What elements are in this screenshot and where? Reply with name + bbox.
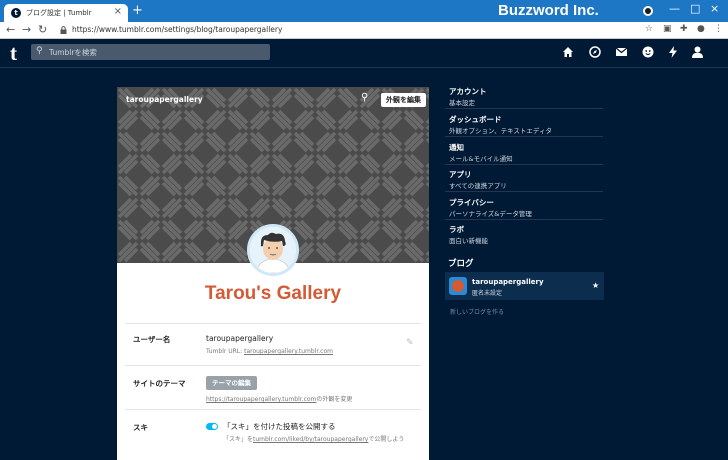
- puzzle-icon[interactable]: ✚: [680, 24, 688, 34]
- blog-avatar: [449, 277, 467, 295]
- blog-section-heading: ブログ: [448, 259, 474, 269]
- blog-name: taroupapergallery: [472, 278, 544, 286]
- site-header: t ⚲ Tumblrを検索: [0, 39, 728, 68]
- edit-username-pencil-icon[interactable]: ✎: [406, 338, 414, 348]
- sidebar-item-title: ラボ: [449, 225, 464, 234]
- blog-card: taroupapergallery ⚲ 外観を編集 Tarou's Galler…: [117, 87, 429, 460]
- explore-icon[interactable]: [589, 46, 601, 58]
- sidebar-item-desc: パーソナライズ&データ管理: [449, 210, 532, 218]
- create-new-blog-link[interactable]: 新しいブログを作る: [450, 307, 504, 316]
- minimize-icon[interactable]: —: [669, 2, 680, 15]
- settings-row-username: ユーザー名 taroupapergallery Tumblr URL: taro…: [125, 323, 421, 365]
- sidebar-item-account[interactable]: アカウント 基本設定: [445, 82, 603, 109]
- sidebar-item-title: 通知: [449, 143, 464, 152]
- close-window-icon[interactable]: ×: [710, 2, 719, 15]
- search-icon: ⚲: [36, 46, 43, 56]
- back-icon[interactable]: ←: [6, 23, 15, 36]
- search-input[interactable]: ⚲ Tumblrを検索: [31, 44, 270, 60]
- reload-icon[interactable]: ↻: [38, 23, 47, 36]
- menu-icon[interactable]: ⋮: [714, 24, 723, 34]
- sidebar-item-title: アカウント: [449, 87, 487, 96]
- inbox-icon[interactable]: [615, 46, 628, 58]
- forward-icon[interactable]: →: [22, 23, 31, 36]
- username-value: taroupapergallery: [206, 334, 274, 343]
- search-placeholder: Tumblrを検索: [49, 48, 97, 57]
- address-bar: ← → ↻ https://www.tumblr.com/settings/bl…: [0, 22, 728, 39]
- likes-desc-suffix: で公開しよう: [368, 436, 405, 443]
- sidebar-item-desc: 外観オプション、テキストエディタ: [449, 127, 552, 135]
- cover-blog-name: taroupapergallery: [126, 95, 203, 104]
- sidebar-item-labs[interactable]: ラボ 面白い新機能: [445, 220, 603, 247]
- likes-public-toggle[interactable]: [206, 423, 218, 430]
- tab-title: ブログ設定 | Tumblr: [26, 9, 92, 17]
- primary-blog-star-icon: ★: [592, 281, 600, 290]
- row-label: ユーザー名: [133, 335, 171, 344]
- sidebar-item-dashboard[interactable]: ダッシュボード 外観オプション、テキストエディタ: [445, 110, 603, 137]
- likes-desc-prefix: 「スキ」を: [223, 436, 254, 443]
- sidebar-item-title: プライバシー: [449, 198, 494, 207]
- profile-icon[interactable]: [643, 6, 653, 16]
- sidebar-item-notifications[interactable]: 通知 メール&モバイル通知: [445, 138, 603, 165]
- blog-subtitle: 匿名未設定: [472, 290, 503, 297]
- account-menu-icon[interactable]: [692, 46, 703, 58]
- settings-row-theme: サイトのテーマ テーマの編集 https://taroupapergallery…: [125, 365, 421, 409]
- browser-tab[interactable]: t ブログ設定 | Tumblr ×: [4, 4, 128, 22]
- url-field[interactable]: https://www.tumblr.com/settings/blog/tar…: [72, 25, 282, 34]
- messages-icon[interactable]: [642, 46, 654, 58]
- avatar[interactable]: [247, 224, 299, 276]
- sidebar-item-title: ダッシュボード: [449, 115, 502, 124]
- sidebar-item-privacy[interactable]: プライバシー パーソナライズ&データ管理: [445, 193, 603, 220]
- tumblr-favicon-icon: t: [11, 8, 21, 18]
- theme-description: https://taroupapergallery.tumblr.comの外観を…: [206, 394, 352, 403]
- likes-link[interactable]: tumblr.com/liked/by/taroupapergallery: [253, 436, 368, 443]
- tumblr-url-prefix: Tumblr URL:: [206, 348, 245, 355]
- theme-desc-suffix: の外観を変更: [316, 396, 353, 403]
- sidebar-item-desc: すべての連携アプリ: [449, 182, 507, 190]
- tumblr-url-link[interactable]: taroupapergallery.tumblr.com: [244, 348, 333, 355]
- row-label: スキ: [133, 423, 148, 432]
- account-icon[interactable]: ●: [697, 24, 705, 34]
- bookmark-star-icon[interactable]: ☆: [645, 24, 653, 34]
- lock-icon: [60, 26, 67, 34]
- sidebar-item-desc: メール&モバイル通知: [449, 155, 513, 163]
- avatar-illustration: [250, 227, 296, 273]
- sidebar-item-desc: 面白い新機能: [449, 237, 488, 245]
- likes-toggle-label: 「スキ」を付けた投稿を公開する: [223, 422, 336, 431]
- home-icon[interactable]: [562, 46, 574, 58]
- edit-theme-button[interactable]: テーマの編集: [206, 376, 257, 390]
- sidebar-item-desc: 基本設定: [449, 99, 475, 107]
- blog-search-icon[interactable]: ⚲: [361, 92, 368, 103]
- new-tab-button[interactable]: +: [132, 3, 143, 18]
- blog-url-link[interactable]: https://taroupapergallery.tumblr.com: [206, 396, 316, 403]
- close-tab-icon[interactable]: ×: [114, 6, 122, 17]
- maximize-icon[interactable]: □: [690, 2, 700, 15]
- watermark: Buzzword Inc.: [498, 2, 599, 19]
- tumblr-url-text: Tumblr URL: taroupapergallery.tumblr.com: [206, 348, 333, 355]
- tumblr-logo[interactable]: t: [10, 43, 17, 64]
- blog-title[interactable]: Tarou's Gallery: [117, 283, 429, 305]
- sidebar-item-apps[interactable]: アプリ すべての連携アプリ: [445, 165, 603, 192]
- extension-icon[interactable]: ▣: [663, 24, 672, 34]
- browser-tabstrip: t ブログ設定 | Tumblr × + Buzzword Inc. — □ ×: [0, 0, 728, 22]
- sidebar-item-title: アプリ: [449, 170, 472, 179]
- sidebar-blog-item[interactable]: taroupapergallery 匿名未設定 ★: [445, 272, 604, 300]
- activity-icon[interactable]: [668, 46, 678, 58]
- edit-appearance-button[interactable]: 外観を編集: [381, 93, 426, 107]
- likes-description: 「スキ」をtumblr.com/liked/by/taroupapergalle…: [223, 434, 404, 443]
- settings-row-likes: スキ 「スキ」を付けた投稿を公開する 「スキ」をtumblr.com/liked…: [125, 409, 421, 460]
- row-label: サイトのテーマ: [133, 379, 186, 388]
